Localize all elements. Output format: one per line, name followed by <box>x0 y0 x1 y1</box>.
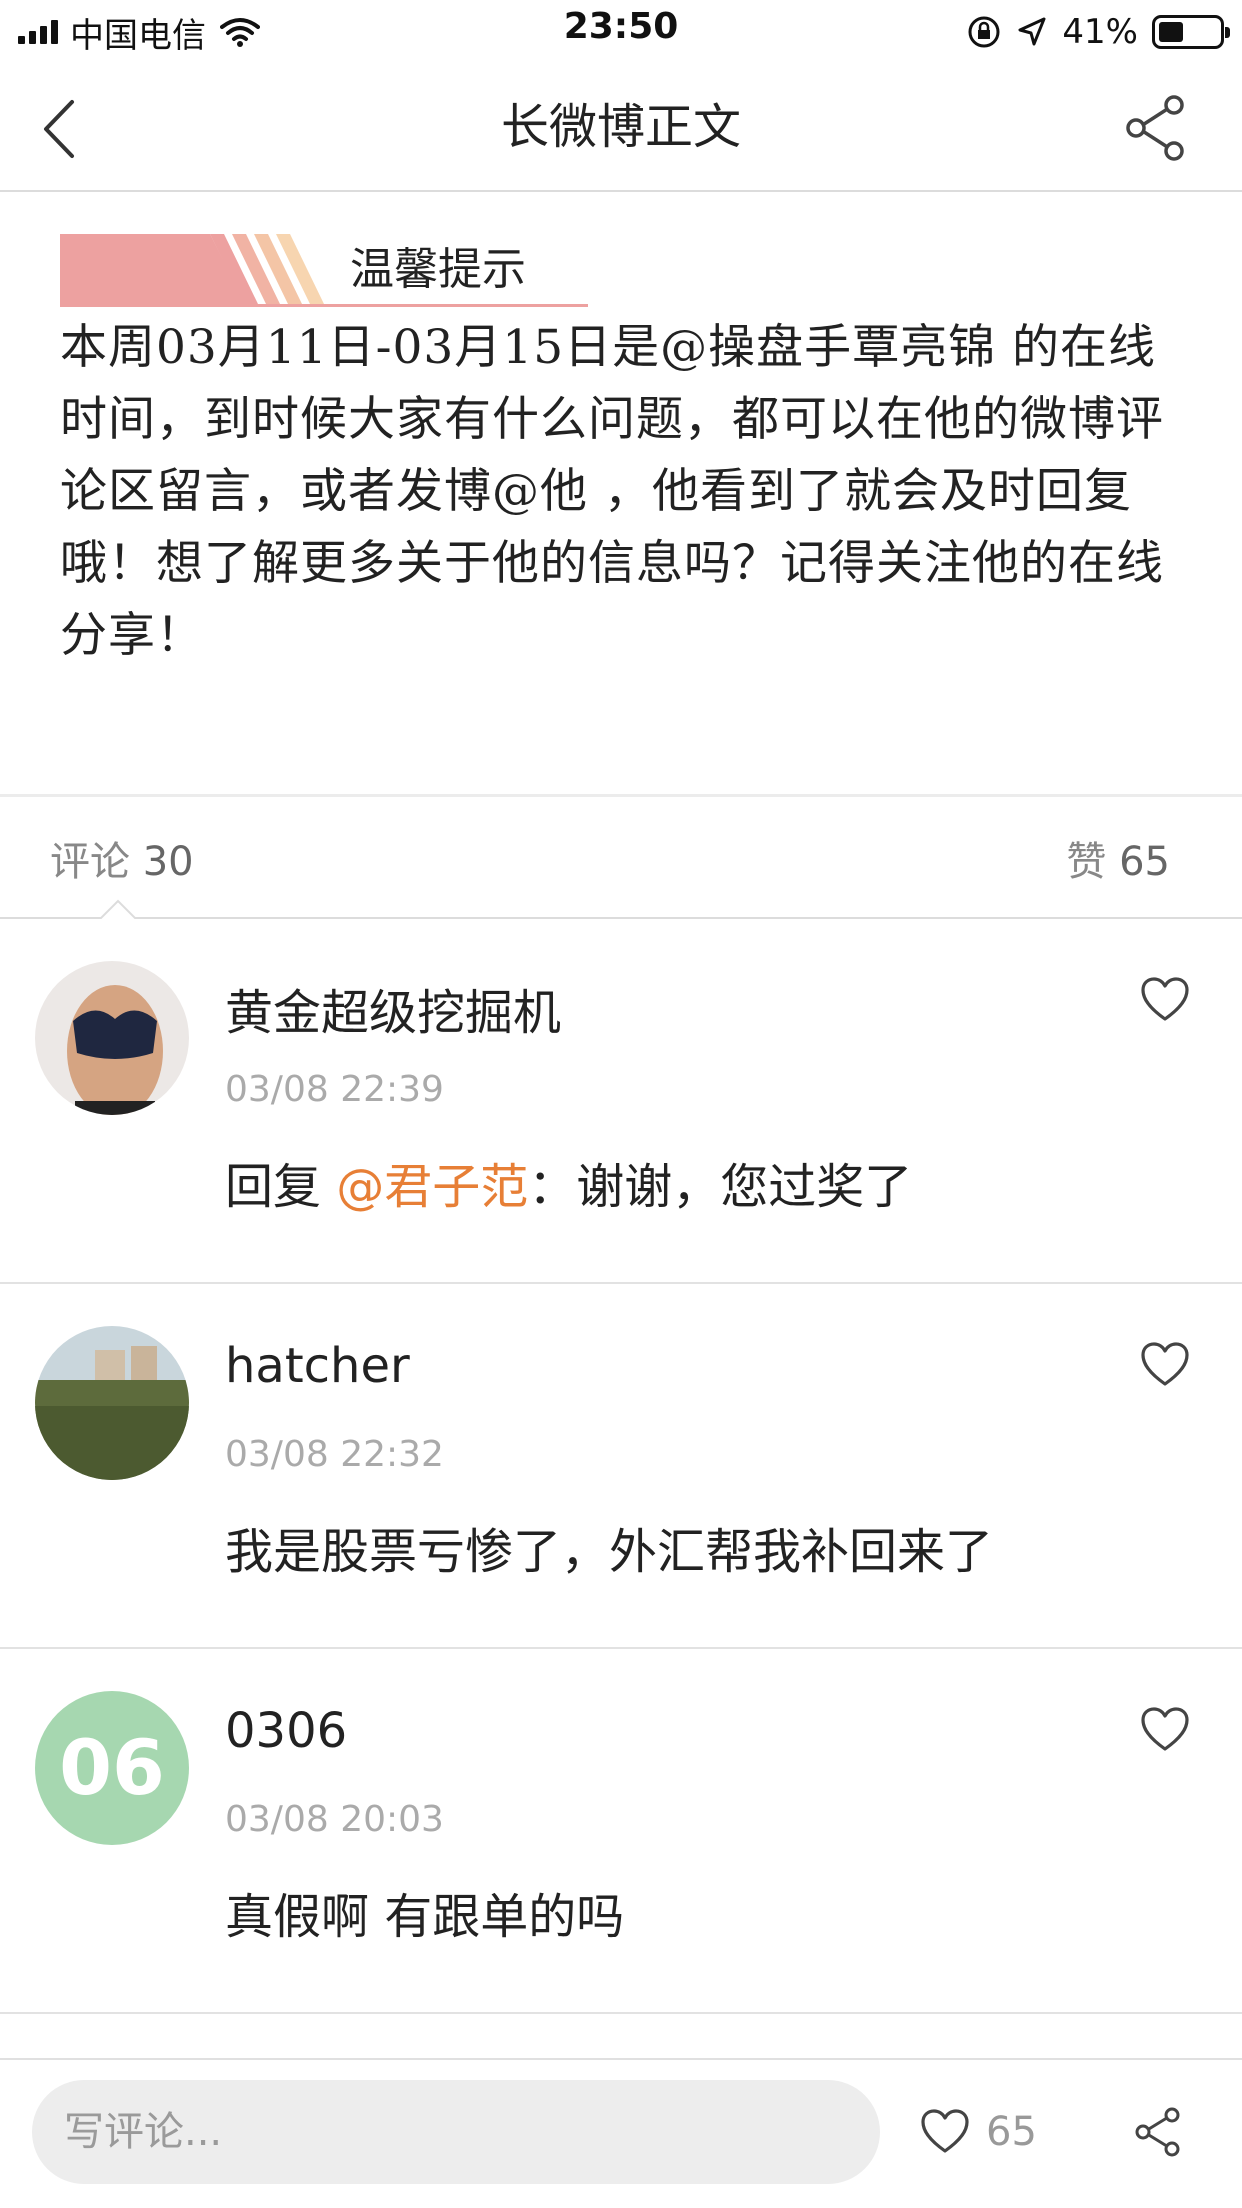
comment-time: 03/08 20:03 <box>225 1799 444 1840</box>
avatar[interactable] <box>35 961 189 1115</box>
like-heart-icon[interactable] <box>1138 973 1192 1027</box>
status-bar: 中国电信 23:50 41% <box>0 0 1242 64</box>
nav-bar: 长微博正文 <box>0 64 1242 192</box>
battery-icon <box>1152 15 1230 49</box>
avatar[interactable]: 06 <box>35 1691 189 1845</box>
like-count: 65 <box>986 2109 1037 2155</box>
rotation-lock-icon <box>968 16 1000 48</box>
tab-likes[interactable]: 赞 65 <box>1066 829 1170 887</box>
page-title: 长微博正文 <box>500 99 741 155</box>
tab-comments-label: 评论 <box>50 839 130 885</box>
share-icon[interactable] <box>1120 92 1192 164</box>
comment-text: 我是股票亏惨了，外汇帮我补回来了 <box>225 1524 994 1580</box>
like-heart-icon <box>921 2109 969 2153</box>
comment-body: ：谢谢，您过奖了 <box>528 1159 913 1215</box>
tab-likes-count: 65 <box>1119 839 1170 885</box>
comment-text: 回复 @君子范：谢谢，您过奖了 <box>225 1147 912 1217</box>
comment-text: 真假啊 有跟单的吗 <box>225 1889 625 1945</box>
tip-label: 温馨提示 <box>350 244 526 295</box>
article: 温馨提示 本周03月11日-03月15日是@操盘手覃亮锦 的在线时间，到时候大家… <box>0 194 1242 794</box>
comment-author[interactable]: 黄金超级挖掘机 <box>225 973 561 1043</box>
location-arrow-icon <box>1018 17 1046 46</box>
counts-bar: 评论 30 赞 65 <box>0 797 1242 919</box>
comment-time: 03/08 22:32 <box>225 1434 444 1475</box>
reply-prefix: 回复 <box>225 1159 337 1215</box>
mention-link[interactable]: @君子范 <box>336 1159 528 1215</box>
comment-input[interactable] <box>32 2080 880 2184</box>
avatar[interactable] <box>35 1326 189 1480</box>
comment-author[interactable]: hatcher <box>225 1338 410 1394</box>
like-heart-icon[interactable] <box>1138 1703 1192 1757</box>
comment-item: 黄金超级挖掘机 03/08 22:39 回复 @君子范：谢谢，您过奖了 <box>0 919 1242 1284</box>
tab-likes-label: 赞 <box>1066 839 1107 885</box>
bottom-bar: 65 <box>0 2058 1242 2208</box>
comment-item: hatcher 03/08 22:32 我是股票亏惨了，外汇帮我补回来了 <box>0 1284 1242 1649</box>
share-icon[interactable] <box>1132 2106 1184 2158</box>
battery-percent: 41% <box>1062 12 1138 52</box>
tab-comments[interactable]: 评论 30 <box>50 829 194 887</box>
active-tab-indicator <box>100 899 136 919</box>
like-heart-icon[interactable] <box>1138 1338 1192 1392</box>
comment-author[interactable]: 0306 <box>225 1703 347 1759</box>
like-button[interactable]: 65 <box>918 2100 1037 2164</box>
article-body: 本周03月11日-03月15日是@操盘手覃亮锦 的在线时间，到时候大家有什么问题… <box>60 320 1164 663</box>
tab-comments-count: 30 <box>142 839 194 885</box>
comment-item: 06 0306 03/08 20:03 真假啊 有跟单的吗 <box>0 1649 1242 2014</box>
comment-time: 03/08 22:39 <box>225 1069 444 1110</box>
tip-banner: 温馨提示 <box>60 234 588 308</box>
tip-stripes-decoration <box>210 234 370 304</box>
